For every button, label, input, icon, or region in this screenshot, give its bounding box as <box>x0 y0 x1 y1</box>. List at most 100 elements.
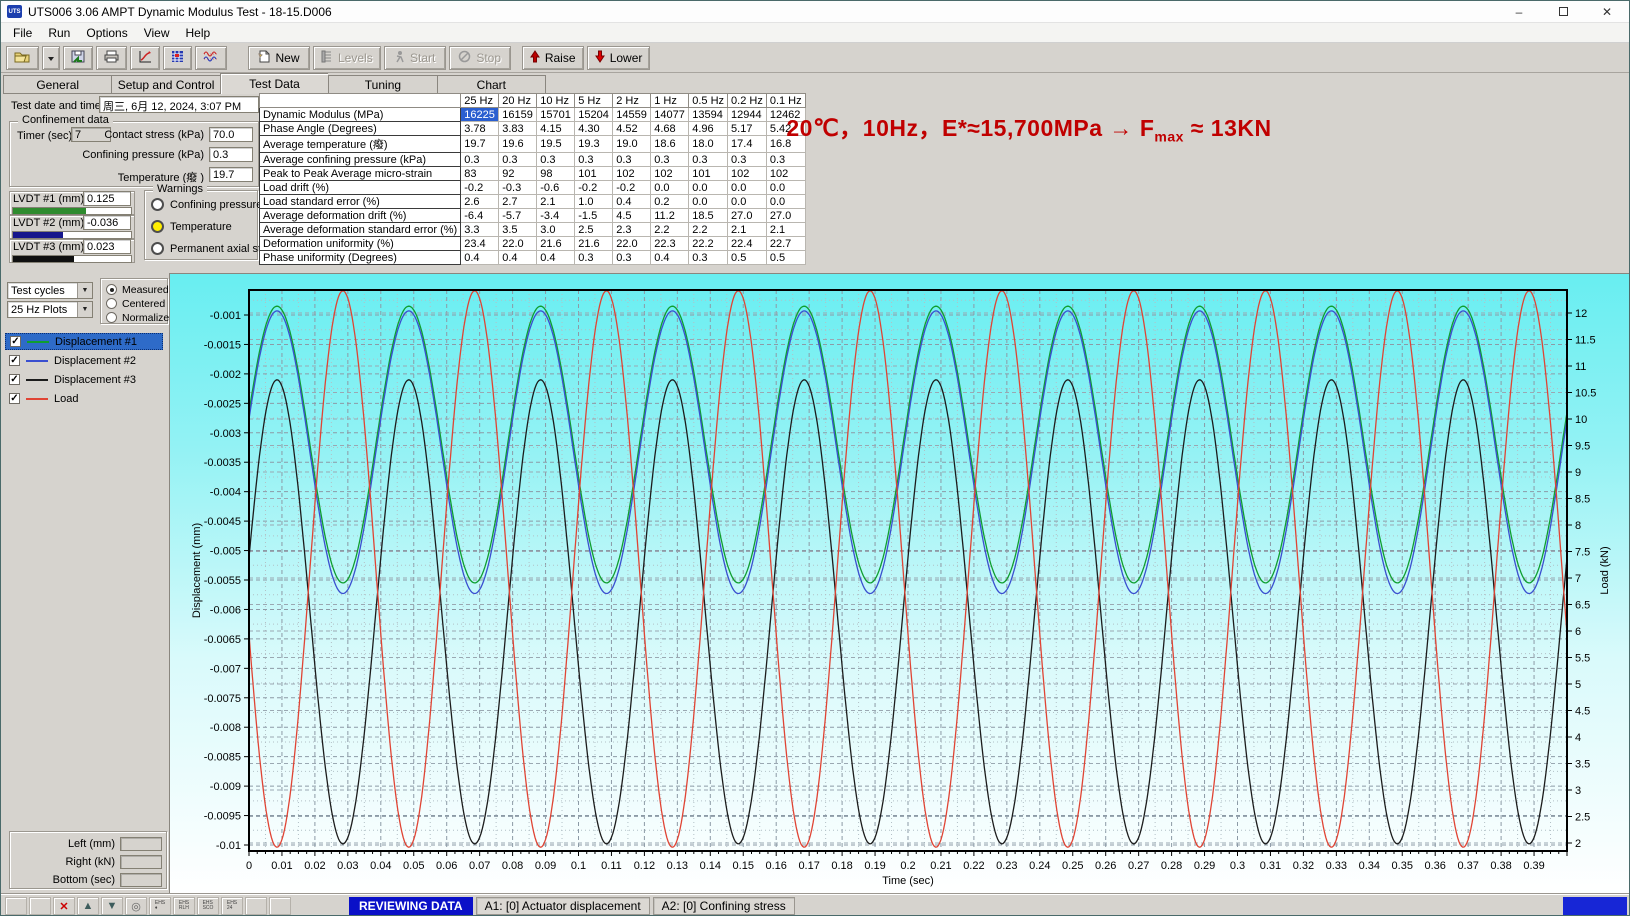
legend-displacement-1[interactable]: ✓Displacement #1 <box>5 333 163 350</box>
table-cell[interactable]: 4.5 <box>613 209 651 223</box>
table-cell[interactable]: 0.5 <box>728 251 767 265</box>
table-cell[interactable]: -0.2 <box>461 181 499 195</box>
table-cell[interactable]: 98 <box>537 167 575 181</box>
table-cell[interactable]: -0.2 <box>575 181 613 195</box>
table-cell[interactable]: 0.3 <box>613 153 651 167</box>
table-cell[interactable]: 4.52 <box>613 122 651 136</box>
table-cell[interactable]: 0.0 <box>766 181 805 195</box>
table-cell[interactable]: 18.0 <box>689 136 728 153</box>
table-cell[interactable]: 0.4 <box>499 251 537 265</box>
table-cell[interactable]: 19.3 <box>575 136 613 153</box>
table-cell[interactable]: 11.2 <box>651 209 689 223</box>
table-cell[interactable]: 2.6 <box>461 195 499 209</box>
table-cell[interactable]: 2.2 <box>689 223 728 237</box>
table-cell[interactable]: 102 <box>651 167 689 181</box>
table-cell[interactable]: -1.5 <box>575 209 613 223</box>
legend-displacement-3[interactable]: ✓Displacement #3 <box>5 371 163 388</box>
table-cell[interactable]: 0.3 <box>689 153 728 167</box>
radio-icon[interactable] <box>106 312 117 323</box>
table-cell[interactable]: 14077 <box>651 108 689 122</box>
table-cell[interactable]: 101 <box>575 167 613 181</box>
table-cell[interactable]: 3.0 <box>537 223 575 237</box>
table-cell[interactable]: 0.3 <box>728 153 767 167</box>
table-cell[interactable]: 0.3 <box>575 153 613 167</box>
table-cell[interactable]: 92 <box>499 167 537 181</box>
table-cell[interactable]: 2.1 <box>537 195 575 209</box>
table-cell[interactable]: 17.4 <box>728 136 767 153</box>
table-cell[interactable]: -0.6 <box>537 181 575 195</box>
table-cell[interactable]: 18.6 <box>651 136 689 153</box>
table-cell[interactable]: 2.1 <box>766 223 805 237</box>
table-cell[interactable]: 0.5 <box>766 251 805 265</box>
close-button[interactable]: ✕ <box>1585 1 1629 22</box>
toolbar-save-data-button[interactable] <box>63 46 93 70</box>
tab-general[interactable]: General <box>3 75 111 94</box>
table-cell[interactable]: 83 <box>461 167 499 181</box>
mode-measured[interactable]: Measured <box>106 283 167 296</box>
table-cell[interactable]: -3.4 <box>537 209 575 223</box>
table-cell[interactable]: 15701 <box>537 108 575 122</box>
table-cell[interactable]: 2.2 <box>651 223 689 237</box>
tab-test-data[interactable]: Test Data <box>220 73 328 94</box>
tab-setup-and-control[interactable]: Setup and Control <box>111 75 219 94</box>
table-cell[interactable]: -5.7 <box>499 209 537 223</box>
plot-select-25-hz-plots[interactable]: 25 Hz Plots▼ <box>7 301 93 318</box>
table-cell[interactable]: 0.3 <box>689 251 728 265</box>
table-cell[interactable]: 4.30 <box>575 122 613 136</box>
table-cell[interactable]: 19.0 <box>613 136 651 153</box>
toolbar-chart-report-button[interactable] <box>130 46 160 70</box>
table-cell[interactable]: 1.0 <box>575 195 613 209</box>
table-cell[interactable]: 0.0 <box>689 195 728 209</box>
table-cell[interactable]: 23.4 <box>461 237 499 251</box>
table-cell[interactable]: 0.3 <box>766 153 805 167</box>
scale-field-input[interactable] <box>120 837 162 851</box>
table-cell[interactable]: 4.68 <box>651 122 689 136</box>
checkbox-icon[interactable]: ✓ <box>9 374 20 385</box>
mode-normalized[interactable]: Normalized <box>106 311 167 324</box>
freq-header-0-2-hz[interactable]: 0.2 Hz <box>728 94 767 108</box>
table-cell[interactable]: 3.78 <box>461 122 499 136</box>
checkbox-icon[interactable]: ✓ <box>9 393 20 404</box>
minimize-button[interactable]: – <box>1497 1 1541 22</box>
table-cell[interactable]: 2.3 <box>613 223 651 237</box>
table-cell[interactable]: 21.6 <box>575 237 613 251</box>
table-cell[interactable]: 22.3 <box>651 237 689 251</box>
tab-chart[interactable]: Chart <box>437 75 546 94</box>
table-cell[interactable]: 16225 <box>461 108 499 122</box>
table-cell[interactable]: 0.4 <box>461 251 499 265</box>
table-cell[interactable]: 3.83 <box>499 122 537 136</box>
table-cell[interactable]: 0.0 <box>651 181 689 195</box>
table-cell[interactable]: 102 <box>613 167 651 181</box>
freq-header-10-hz[interactable]: 10 Hz <box>537 94 575 108</box>
table-cell[interactable]: 0.4 <box>651 251 689 265</box>
freq-header-0-1-hz[interactable]: 0.1 Hz <box>766 94 805 108</box>
status-ehs-24-button[interactable]: EHS24 <box>221 897 243 915</box>
menu-help[interactable]: Help <box>178 24 219 42</box>
table-cell[interactable]: 0.0 <box>689 181 728 195</box>
table-cell[interactable]: 14559 <box>613 108 651 122</box>
maximize-button[interactable] <box>1541 1 1585 22</box>
chevron-down-icon[interactable]: ▼ <box>77 283 92 298</box>
table-cell[interactable]: 19.7 <box>461 136 499 153</box>
table-cell[interactable]: -0.3 <box>499 181 537 195</box>
mode-centered[interactable]: Centered <box>106 297 167 310</box>
table-cell[interactable]: 22.7 <box>766 237 805 251</box>
table-cell[interactable]: 4.15 <box>537 122 575 136</box>
table-cell[interactable]: 0.3 <box>537 153 575 167</box>
table-cell[interactable]: 0.4 <box>613 195 651 209</box>
table-cell[interactable]: 102 <box>766 167 805 181</box>
table-cell[interactable]: 22.0 <box>613 237 651 251</box>
toolbar-new-button[interactable]: New <box>248 46 310 70</box>
status-record-button[interactable]: ◎ <box>125 897 147 915</box>
table-cell[interactable]: 4.96 <box>689 122 728 136</box>
status-delete-x-button[interactable]: ✕ <box>53 897 75 915</box>
table-cell[interactable]: 5.17 <box>728 122 767 136</box>
legend-displacement-2[interactable]: ✓Displacement #2 <box>5 352 163 369</box>
toolbar-open-dropdown-button[interactable] <box>42 46 60 70</box>
menu-file[interactable]: File <box>5 24 40 42</box>
table-cell[interactable]: 15204 <box>575 108 613 122</box>
checkbox-icon[interactable]: ✓ <box>9 355 20 366</box>
table-cell[interactable]: 2.1 <box>728 223 767 237</box>
table-cell[interactable]: 22.0 <box>499 237 537 251</box>
freq-header-2-hz[interactable]: 2 Hz <box>613 94 651 108</box>
